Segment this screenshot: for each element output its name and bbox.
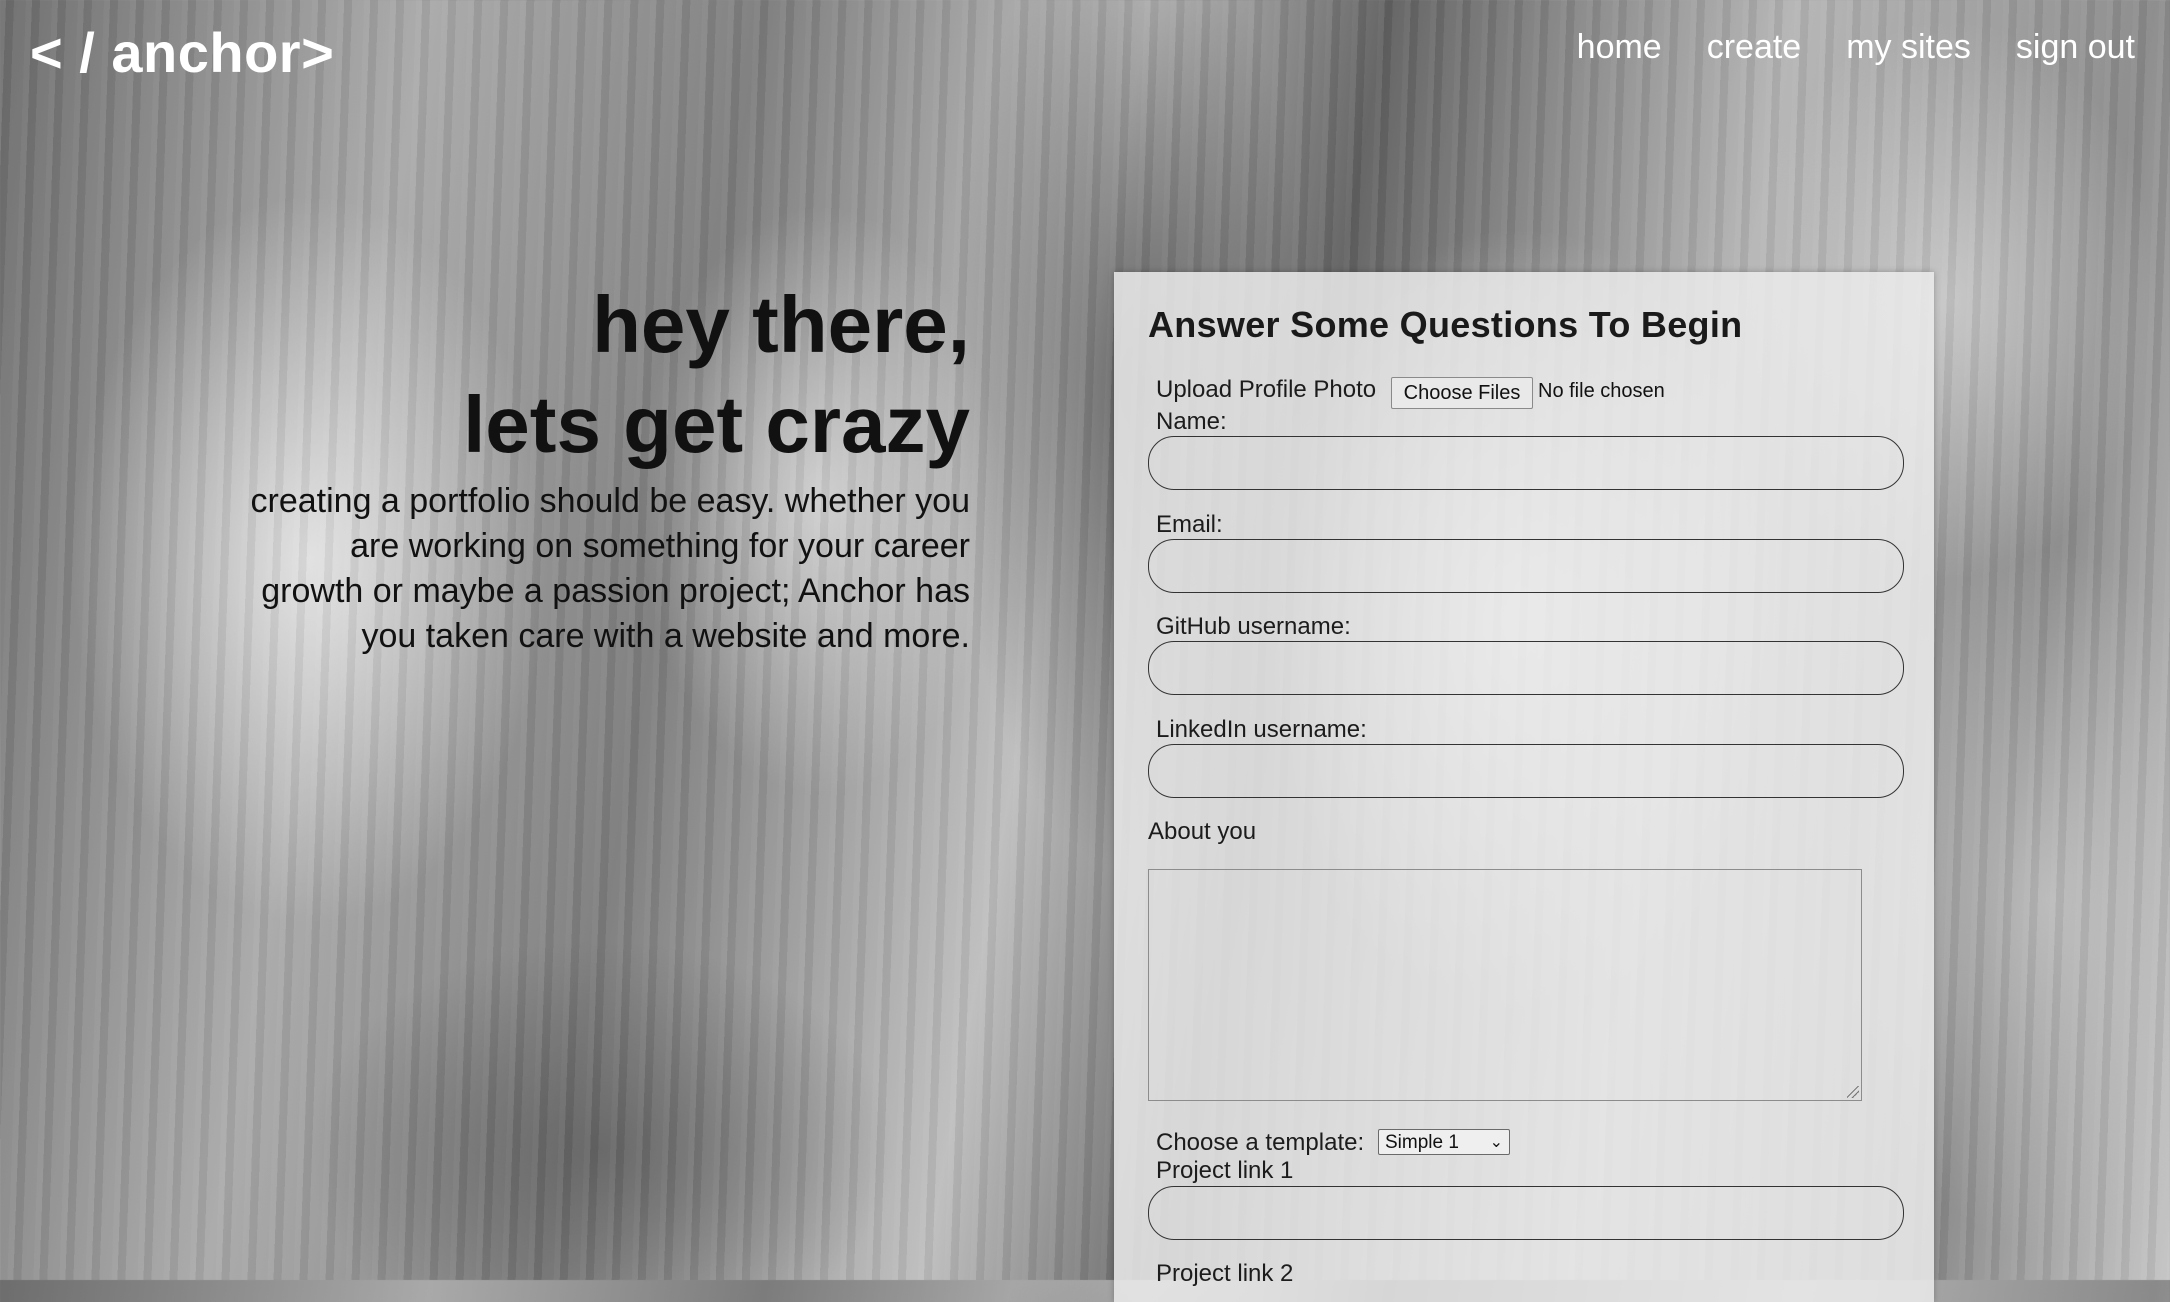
hero-description: creating a portfolio should be easy. whe… [250, 482, 970, 655]
about-label: About you [1148, 818, 1257, 845]
profile-form-panel: Answer Some Questions To Begin Upload Pr… [1114, 272, 1934, 1302]
github-label: GitHub username: [1156, 613, 1351, 640]
email-field[interactable] [1148, 539, 1904, 593]
linkedin-label: LinkedIn username: [1156, 716, 1367, 743]
file-status-text: No file chosen [1538, 380, 1665, 402]
nav-my-sites-link[interactable]: my sites [1846, 28, 1971, 67]
anchor-logo[interactable]: < / anchor> [30, 20, 334, 85]
nav-links: home create my sites sign out [1577, 28, 2135, 67]
choose-files-button[interactable]: Choose Files [1391, 377, 1533, 409]
nav-home-link[interactable]: home [1577, 28, 1662, 67]
project-link-2-label: Project link 2 [1156, 1260, 1294, 1287]
nav-create-link[interactable]: create [1707, 28, 1802, 67]
template-select-value: Simple 1 [1385, 1132, 1459, 1153]
name-label: Name: [1156, 408, 1227, 435]
hero-heading-line-1: hey there, [592, 280, 970, 369]
project-link-1-field[interactable] [1148, 1186, 1904, 1240]
email-label: Email: [1156, 511, 1223, 538]
template-label: Choose a template: [1156, 1129, 1365, 1156]
linkedin-username-field[interactable] [1148, 744, 1904, 798]
upload-photo-label: Upload Profile Photo [1156, 376, 1377, 403]
hero-heading-line-2: lets get crazy [463, 380, 970, 469]
resize-grip-icon[interactable] [1847, 1086, 1859, 1098]
template-select[interactable]: Simple 1 ⌄ [1378, 1129, 1510, 1155]
chevron-down-icon: ⌄ [1489, 1134, 1503, 1151]
nav-sign-out-link[interactable]: sign out [2016, 28, 2135, 67]
hero-section: hey there, lets get crazy creating a por… [250, 275, 970, 659]
project-link-1-label: Project link 1 [1156, 1157, 1294, 1184]
name-field[interactable] [1148, 436, 1904, 490]
form-title: Answer Some Questions To Begin [1148, 304, 1743, 345]
github-username-field[interactable] [1148, 641, 1904, 695]
about-textarea[interactable] [1148, 869, 1862, 1101]
top-navbar: < / anchor> home create my sites sign ou… [0, 0, 2170, 100]
